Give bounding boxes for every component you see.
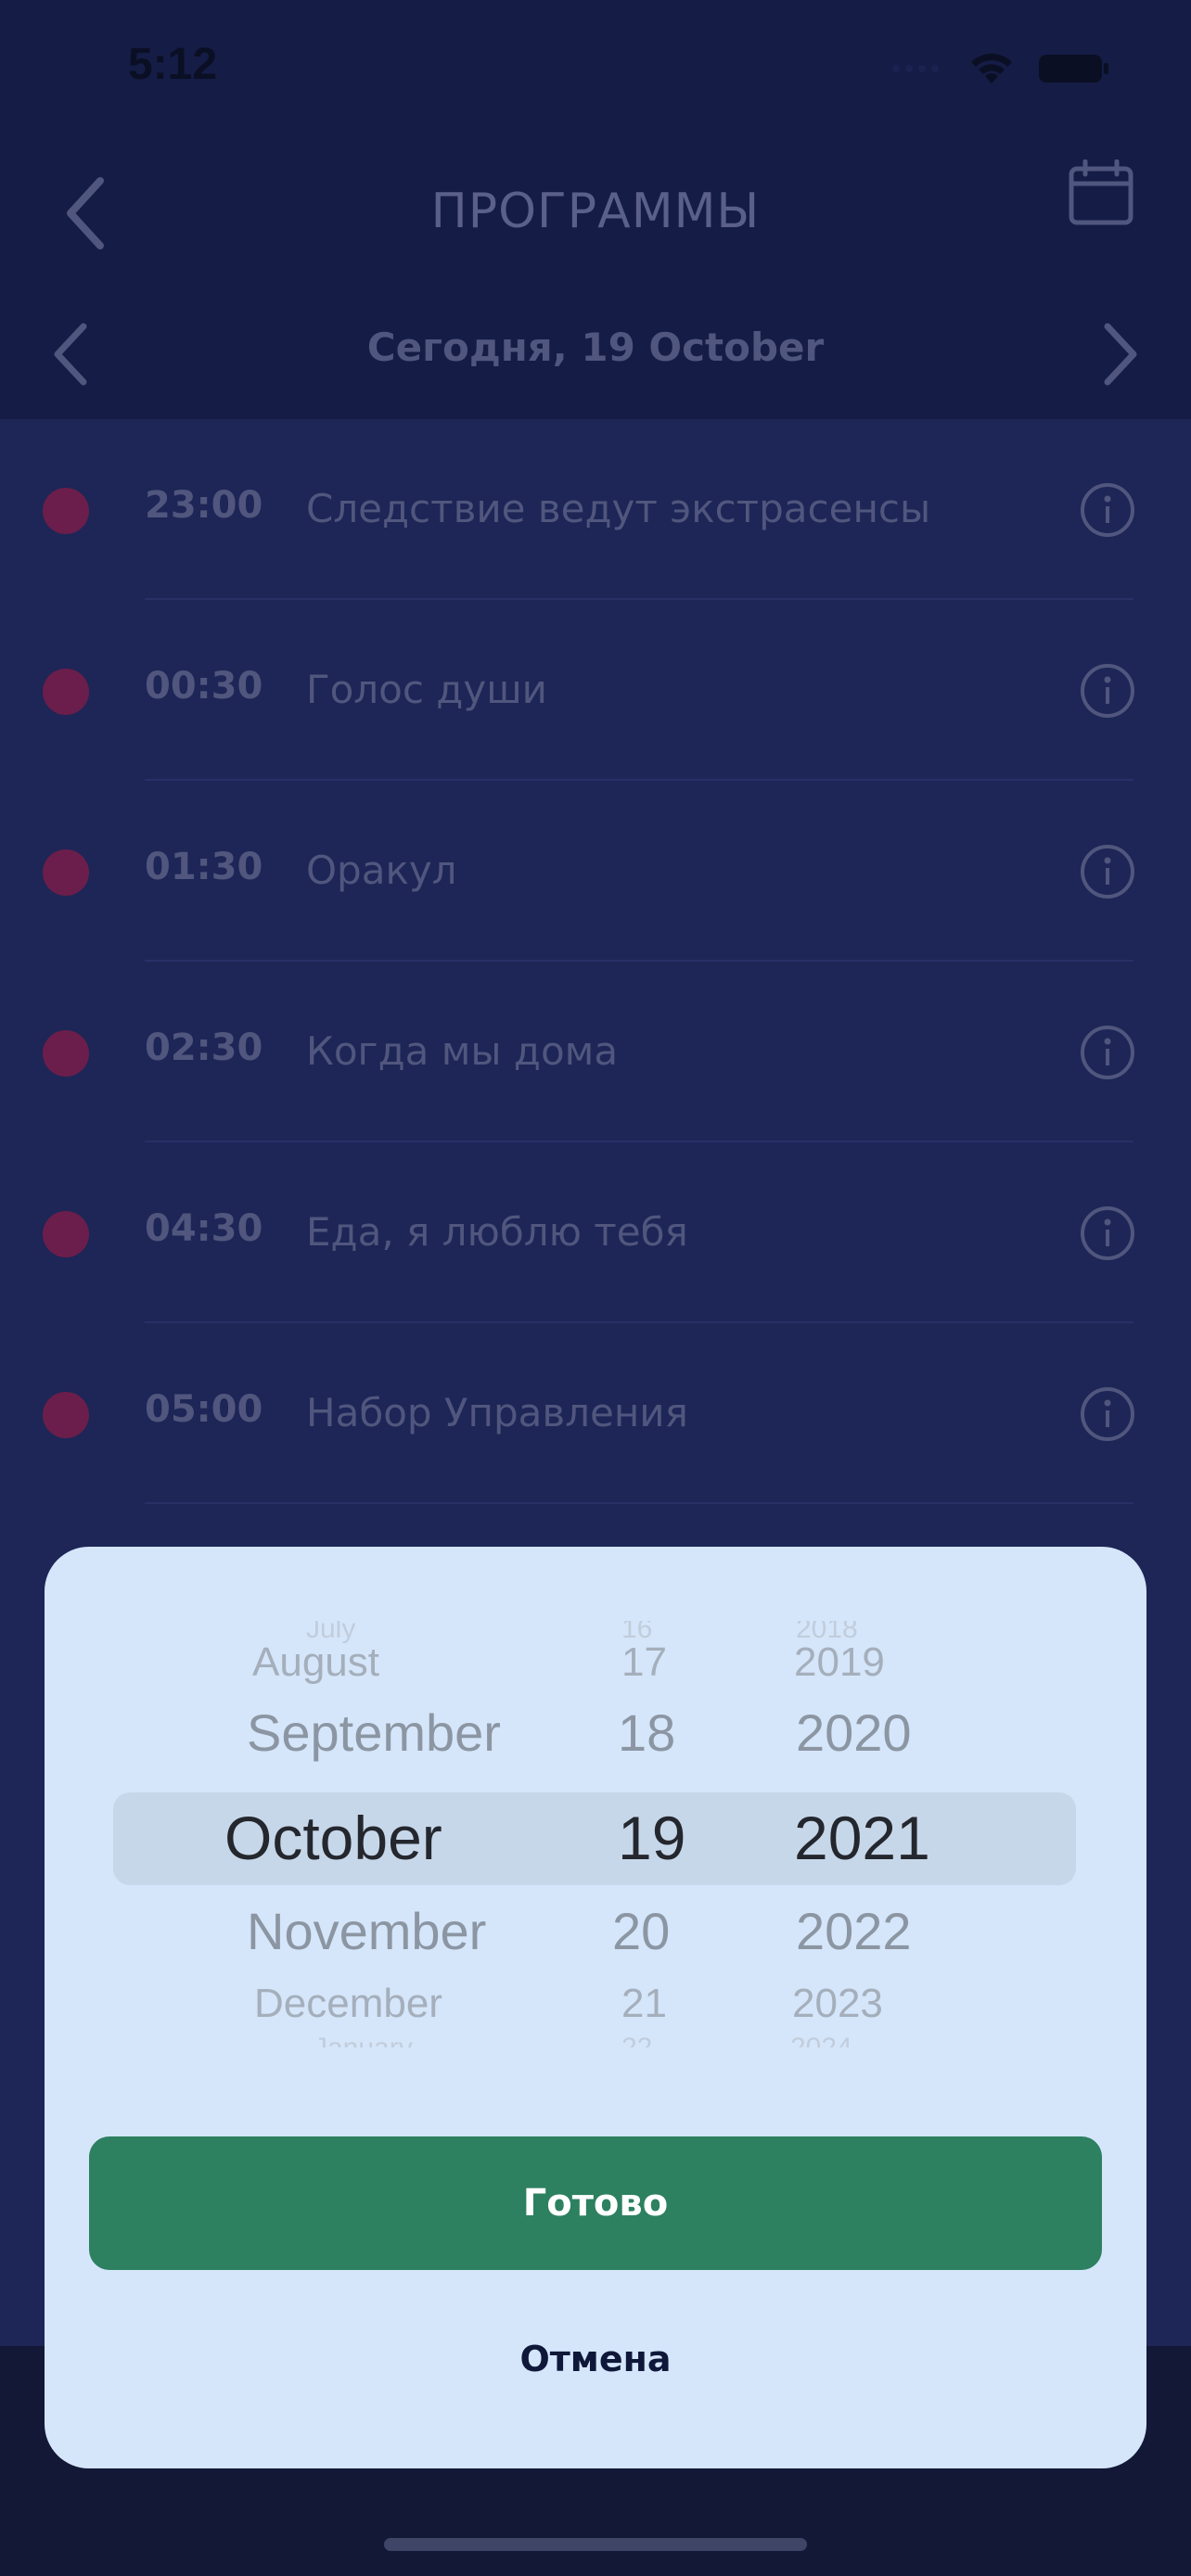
current-date-label: Сегодня, 19 October xyxy=(366,325,825,370)
month-option[interactable]: December xyxy=(254,1981,442,2027)
live-indicator-dot xyxy=(43,1211,89,1257)
program-row[interactable]: 04:30 Еда, я люблю тебя xyxy=(0,1142,1191,1323)
status-bar: 5:12 xyxy=(0,0,1191,139)
info-icon[interactable] xyxy=(1080,1205,1135,1261)
year-option[interactable]: 2022 xyxy=(796,1901,912,1961)
home-indicator[interactable] xyxy=(384,2538,807,2551)
screen: 5:12 ПРОГРАММЫ Сегодня, 19 October 23:00… xyxy=(0,0,1191,2576)
program-title: Голос души xyxy=(306,667,547,712)
program-title: Оракул xyxy=(306,848,457,893)
wifi-icon xyxy=(971,53,1012,83)
program-row[interactable]: 02:30 Когда мы дома xyxy=(0,962,1191,1142)
program-time: 00:30 xyxy=(145,665,263,708)
live-indicator-dot xyxy=(43,1030,89,1077)
navbar: ПРОГРАММЫ xyxy=(0,139,1191,287)
program-list: 23:00 Следствие ведут экстрасенсы 00:30 … xyxy=(0,419,1191,1504)
cancel-button[interactable]: Отмена xyxy=(45,2339,1146,2379)
month-option[interactable]: January xyxy=(314,2033,413,2047)
year-option[interactable]: 2020 xyxy=(796,1702,912,1763)
year-option[interactable]: 2023 xyxy=(792,1981,883,2027)
program-title: Когда мы дома xyxy=(306,1028,619,1074)
calendar-icon[interactable] xyxy=(1067,159,1135,228)
live-indicator-dot xyxy=(43,849,89,896)
next-day-chevron-icon[interactable] xyxy=(1096,317,1143,391)
program-time: 04:30 xyxy=(145,1207,263,1250)
month-option[interactable]: November xyxy=(247,1901,486,1961)
live-indicator-dot xyxy=(43,669,89,715)
day-option[interactable]: 21 xyxy=(621,1981,667,2027)
program-row[interactable]: 01:30 Оракул xyxy=(0,781,1191,962)
day-option[interactable]: 22 xyxy=(621,2033,652,2047)
info-icon[interactable] xyxy=(1080,1025,1135,1080)
done-button[interactable]: Готово xyxy=(89,2136,1102,2270)
program-row[interactable]: 05:00 Набор Управления xyxy=(0,1323,1191,1504)
program-title: Еда, я люблю тебя xyxy=(306,1209,688,1255)
program-time: 02:30 xyxy=(145,1027,263,1069)
status-icons xyxy=(890,46,1111,91)
info-icon[interactable] xyxy=(1080,1386,1135,1442)
program-title: Набор Управления xyxy=(306,1390,688,1435)
program-row[interactable]: 23:00 Следствие ведут экстрасенсы xyxy=(0,419,1191,600)
date-navigator: Сегодня, 19 October xyxy=(0,287,1191,419)
signal-icon xyxy=(892,65,939,72)
page-title: ПРОГРАММЫ xyxy=(430,184,761,239)
live-indicator-dot xyxy=(43,488,89,534)
program-title: Следствие ведут экстрасенсы xyxy=(306,486,931,531)
selected-year[interactable]: 2021 xyxy=(794,1803,930,1873)
program-time: 01:30 xyxy=(145,846,263,888)
year-option[interactable]: 2019 xyxy=(794,1639,885,1686)
day-option[interactable]: 20 xyxy=(612,1901,670,1961)
row-divider xyxy=(145,1502,1133,1504)
date-picker-sheet: July August September October November D… xyxy=(45,1547,1146,2468)
day-option[interactable]: 18 xyxy=(618,1702,675,1763)
month-option[interactable]: September xyxy=(247,1702,501,1763)
month-option[interactable]: August xyxy=(252,1639,379,1686)
info-icon[interactable] xyxy=(1080,663,1135,719)
info-icon[interactable] xyxy=(1080,482,1135,538)
program-time: 05:00 xyxy=(145,1388,263,1431)
battery-icon xyxy=(1039,55,1108,83)
selected-day[interactable]: 19 xyxy=(618,1803,685,1873)
status-time: 5:12 xyxy=(128,40,218,89)
live-indicator-dot xyxy=(43,1392,89,1438)
year-option[interactable]: 2024 xyxy=(790,2033,852,2047)
program-time: 23:00 xyxy=(145,484,263,527)
info-icon[interactable] xyxy=(1080,844,1135,899)
selected-month[interactable]: October xyxy=(224,1803,442,1873)
program-row[interactable]: 00:30 Голос души xyxy=(0,600,1191,781)
day-option[interactable]: 17 xyxy=(621,1639,667,1686)
date-picker-wheels[interactable]: July August September October November D… xyxy=(45,1621,1146,2047)
